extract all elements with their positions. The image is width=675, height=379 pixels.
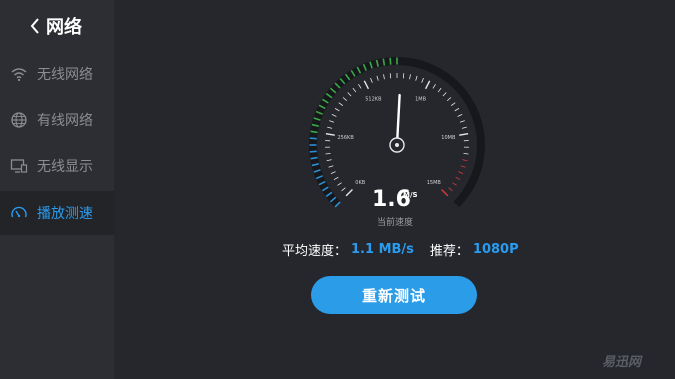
sidebar-item-wired[interactable]: 有线网络 [0, 98, 114, 142]
gauge-tick-label: 15MB [427, 180, 442, 186]
gauge-scale-tick [424, 80, 431, 90]
gauge-scale-tick [463, 153, 469, 155]
gauge-scale-tick [345, 189, 353, 197]
gauge-scale-tick [338, 102, 344, 106]
main-panel: 0KB 256KB 512KB 1MB 10MB 15MB 1.6 M/S 当前速度 平均… [114, 0, 675, 379]
gauge-scale-tick [370, 77, 373, 83]
wifi-icon [11, 68, 27, 82]
gauge-progress-tick [309, 137, 317, 140]
sidebar-item-display[interactable]: 无线显示 [0, 144, 114, 188]
speedometer-icon [11, 206, 27, 218]
gauge-scale-tick [325, 153, 331, 155]
gauge-scale-tick [330, 171, 336, 174]
gauge-tick-label: 0KB [355, 180, 365, 186]
gauge-tick-label: 10MB [441, 135, 456, 141]
retest-button[interactable]: 重新测试 [311, 276, 477, 314]
gauge-scale-tick [450, 102, 456, 106]
gauge-scale-tick [448, 187, 453, 192]
gauge-scale-tick [376, 75, 379, 81]
gauge-hub-center [395, 143, 399, 147]
gauge-scale-tick [358, 83, 362, 89]
back-button[interactable]: 网络 [30, 12, 82, 40]
gauge-scale-tick [337, 182, 342, 186]
gauge-progress-tick [382, 58, 386, 66]
average-speed-value: 1.1 MB/s [351, 241, 414, 257]
gauge-scale-tick [347, 92, 352, 97]
gauge-scale-tick [454, 108, 460, 112]
gauge-progress-tick [310, 156, 318, 160]
gauge-scale-tick [441, 189, 449, 197]
gauge-scale-tick [437, 87, 442, 93]
sidebar-item-label: 有线网络 [37, 113, 93, 129]
sidebar-item-label: 无线网络 [37, 67, 93, 83]
current-speed-unit: M/S [403, 191, 418, 199]
gauge-scale-tick [415, 75, 418, 81]
sidebar: 网络 无线网络 有线网络 无线显示 播放测速 [0, 0, 114, 379]
gauge-scale-tick [341, 187, 346, 192]
gauge-scale-tick [421, 77, 424, 83]
recommended-label: 推荐： [429, 243, 469, 259]
gauge-scale-tick [432, 83, 436, 89]
gauge-progress-tick [389, 57, 392, 65]
gauge-progress-tick [310, 130, 318, 134]
recommended-value: 1080P [472, 241, 519, 257]
gauge-scale-tick [409, 74, 411, 80]
gauge-scale-tick [363, 80, 370, 90]
globe-icon [11, 112, 27, 128]
gauge-scale-tick [334, 108, 340, 112]
sidebar-item-label: 播放测速 [37, 206, 93, 222]
gauge-scale-tick [446, 97, 452, 101]
display-icon [10, 159, 28, 173]
average-speed-label: 平均速度： [282, 243, 348, 259]
current-speed-caption: 当前速度 [376, 218, 413, 228]
watermark-logo: 易迅网 [602, 355, 642, 370]
gauge-tick-label: 512KB [365, 97, 382, 103]
gauge-scale-tick [333, 176, 339, 181]
gauge-scale-tick [325, 133, 335, 136]
gauge-scale-tick [461, 126, 467, 129]
page-title: 网络 [46, 17, 82, 38]
gauge-scale-tick [459, 120, 465, 123]
gauge-scale-tick [383, 74, 385, 80]
sidebar-item-label: 无线显示 [37, 159, 93, 175]
gauge-needle [396, 93, 401, 141]
gauge-scale-tick [460, 165, 466, 168]
gauge-scale-tick [331, 113, 337, 117]
gauge-scale-tick [459, 133, 469, 136]
sidebar-item-wifi[interactable]: 无线网络 [0, 52, 114, 96]
gauge-scale-tick [329, 120, 335, 123]
sidebar-item-speedtest[interactable]: 播放测速 [0, 191, 114, 235]
gauge-scale-tick [442, 92, 447, 97]
gauge-scale-tick [326, 159, 332, 162]
speed-summary: 平均速度： 1.1 MB/s 推荐： 1080P [282, 240, 519, 259]
gauge-tick-label: 256KB [338, 135, 355, 141]
gauge-scale-tick [458, 171, 464, 174]
gauge-scale-tick [328, 165, 334, 168]
gauge-tick-label: 1MB [415, 97, 426, 103]
gauge-scale-tick [352, 87, 357, 93]
gauge-scale-tick [342, 97, 348, 101]
chevron-left-icon [30, 18, 39, 34]
gauge-scale-tick [455, 176, 461, 181]
gauge-scale-tick [327, 126, 333, 129]
gauge-scale-tick [462, 159, 468, 162]
gauge-scale-tick [457, 113, 463, 117]
gauge-scale-tick [452, 182, 457, 186]
gauge-progress-tick [309, 150, 317, 153]
